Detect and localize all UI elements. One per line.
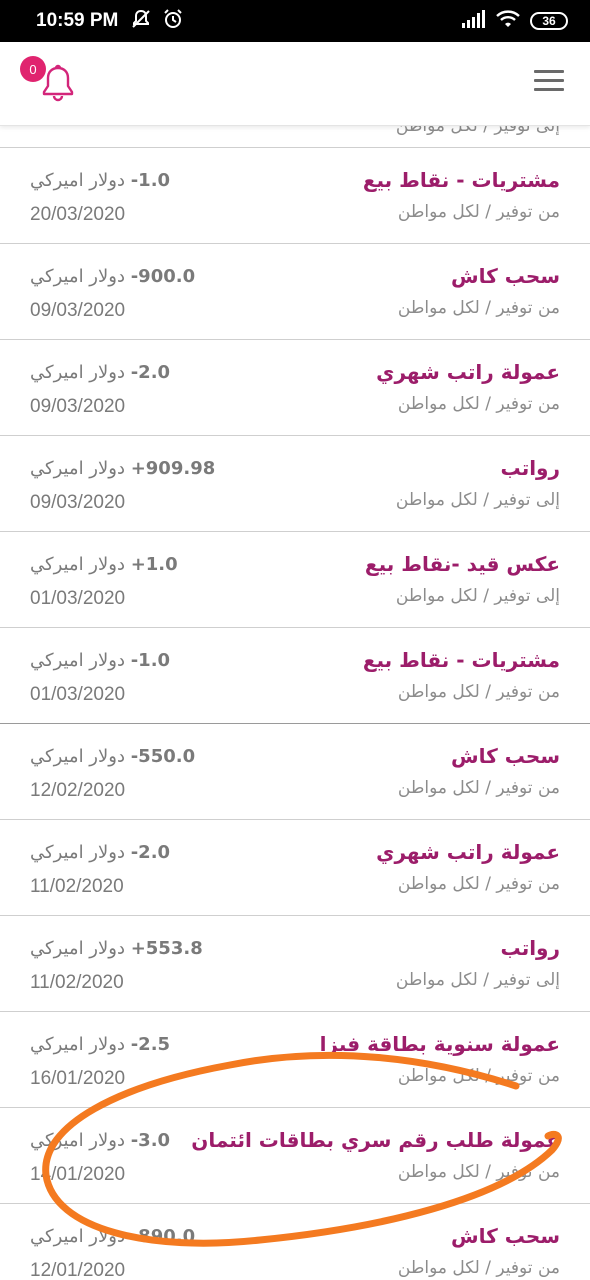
amount-value: -550.0 [130, 746, 196, 767]
transaction-account: من توفير / لكل مواطن [397, 778, 560, 798]
transaction-row[interactable]: سحب كاش من توفير / لكل مواطن -550.0 دولار … [0, 724, 590, 820]
transaction-account: إلى توفير / لكل مواطن [395, 970, 560, 990]
transaction-account: من توفير / لكل مواطن [397, 1258, 560, 1278]
amount-value: -2.0 [130, 362, 171, 383]
transaction-row[interactable]: مشتريات - نقاط بيع من توفير / لكل مواطن -1… [0, 148, 590, 244]
amount-currency: دولار اميركي [30, 266, 125, 287]
transaction-amount: -1.0 دولار اميركي [30, 650, 170, 671]
transaction-title: سحب كاش [451, 744, 560, 768]
amount-value: -2.5 [130, 1034, 171, 1055]
amount-value: +909.98 [130, 458, 216, 479]
amount-currency: دولار اميركي [30, 1226, 125, 1247]
transaction-title: مشتريات - نقاط بيع [362, 168, 560, 192]
transaction-account: من توفير / لكل مواطن [397, 298, 560, 318]
transaction-row[interactable]: عكس قيد -نقاط بيع إلى توفير / لكل مواطن +1… [0, 532, 590, 628]
transaction-row[interactable]: سحب كاش من توفير / لكل مواطن -890.0 دولار … [0, 1204, 590, 1280]
battery-icon: 36 [530, 12, 568, 30]
alarm-icon [162, 8, 184, 34]
amount-currency: دولار اميركي [30, 650, 125, 671]
amount-value: -890.0 [130, 1226, 196, 1247]
transaction-title: مشتريات - نقاط بيع [362, 648, 560, 672]
status-bar: 10:59 PM 36 [0, 0, 590, 42]
notifications-button[interactable]: 0 [20, 56, 80, 108]
transaction-account: من توفير / لكل مواطن [397, 1162, 560, 1182]
transaction-amount: -1.0 دولار اميركي [30, 170, 170, 191]
transaction-date: 16/01/2020 [30, 1068, 126, 1089]
transaction-amount: -2.0 دولار اميركي [30, 362, 170, 383]
transaction-date: 09/03/2020 [30, 300, 126, 321]
transaction-date: 12/01/2020 [30, 1260, 126, 1280]
amount-currency: دولار اميركي [30, 170, 125, 191]
amount-currency: دولار اميركي [30, 1130, 125, 1151]
partial-subtitle: إلى توفير / لكل مواطن [395, 126, 560, 136]
amount-currency: دولار اميركي [30, 1034, 125, 1055]
transaction-date: 09/03/2020 [30, 492, 126, 513]
transaction-amount: +553.8 دولار اميركي [30, 938, 203, 959]
transaction-account: إلى توفير / لكل مواطن [395, 586, 560, 606]
transaction-row[interactable]: عمولة راتب شهري من توفير / لكل مواطن -2.0 … [0, 820, 590, 916]
transaction-date: 20/03/2020 [30, 204, 126, 225]
amount-value: -2.0 [130, 842, 171, 863]
amount-currency: دولار اميركي [30, 554, 125, 575]
status-time: 10:59 PM [36, 10, 119, 31]
amount-value: -3.0 [130, 1130, 171, 1151]
transaction-date: 11/02/2020 [30, 972, 124, 993]
amount-value: -900.0 [130, 266, 196, 287]
transaction-account: من توفير / لكل مواطن [397, 682, 560, 702]
amount-currency: دولار اميركي [30, 842, 125, 863]
list-item-partial: إلى توفير / لكل مواطن [0, 126, 590, 148]
transactions-list: إلى توفير / لكل مواطن مشتريات - نقاط بيع… [0, 126, 590, 1280]
transaction-amount: -2.0 دولار اميركي [30, 842, 170, 863]
transaction-amount: -2.5 دولار اميركي [30, 1034, 170, 1055]
transaction-title: رواتب [500, 936, 560, 960]
amount-currency: دولار اميركي [30, 746, 125, 767]
transaction-account: من توفير / لكل مواطن [397, 874, 560, 894]
amount-value: -1.0 [130, 170, 171, 191]
amount-currency: دولار اميركي [30, 938, 125, 959]
transaction-date: 11/02/2020 [30, 876, 124, 897]
transaction-account: إلى توفير / لكل مواطن [395, 490, 560, 510]
transaction-amount: -890.0 دولار اميركي [30, 1226, 195, 1247]
amount-currency: دولار اميركي [30, 458, 125, 479]
transaction-row[interactable]: سحب كاش من توفير / لكل مواطن -900.0 دولار … [0, 244, 590, 340]
transaction-date: 01/03/2020 [30, 684, 126, 705]
transaction-amount: -900.0 دولار اميركي [30, 266, 195, 287]
transaction-amount: -550.0 دولار اميركي [30, 746, 195, 767]
transaction-title: رواتب [500, 456, 560, 480]
transaction-date: 09/03/2020 [30, 396, 126, 417]
transaction-title: سحب كاش [451, 264, 560, 288]
wifi-icon [496, 10, 520, 32]
amount-value: +1.0 [130, 554, 178, 575]
transaction-amount: -3.0 دولار اميركي [30, 1130, 170, 1151]
amount-value: +553.8 [130, 938, 203, 959]
hamburger-menu-icon[interactable] [534, 70, 564, 94]
signal-icon [462, 10, 486, 32]
amount-currency: دولار اميركي [30, 362, 125, 383]
transaction-amount: +909.98 دولار اميركي [30, 458, 215, 479]
transaction-date: 12/02/2020 [30, 780, 126, 801]
transaction-row[interactable]: عمولة سنوية بطاقة فيزا من توفير / لكل موا… [0, 1012, 590, 1108]
transaction-title: سحب كاش [451, 1224, 560, 1248]
transaction-date: 14/01/2020 [30, 1164, 126, 1185]
transaction-row[interactable]: رواتب إلى توفير / لكل مواطن +553.8 دولار ا… [0, 916, 590, 1012]
transaction-account: من توفير / لكل مواطن [397, 202, 560, 222]
transaction-date: 01/03/2020 [30, 588, 126, 609]
transaction-row[interactable]: عمولة راتب شهري من توفير / لكل مواطن -2.0 … [0, 340, 590, 436]
transaction-account: من توفير / لكل مواطن [397, 1066, 560, 1086]
transaction-title: عمولة طلب رقم سري بطاقات ائتمان [191, 1128, 560, 1152]
transaction-title: عمولة راتب شهري [376, 360, 560, 384]
transaction-row[interactable]: مشتريات - نقاط بيع من توفير / لكل مواطن -1… [0, 628, 590, 724]
transaction-row[interactable]: رواتب إلى توفير / لكل مواطن +909.98 دولار … [0, 436, 590, 532]
transaction-row[interactable]: عمولة طلب رقم سري بطاقات ائتمان من توفير … [0, 1108, 590, 1204]
amount-value: -1.0 [130, 650, 171, 671]
mute-icon [130, 8, 152, 34]
app-bar: 0 [0, 42, 590, 126]
transaction-account: من توفير / لكل مواطن [397, 394, 560, 414]
transaction-title: عكس قيد -نقاط بيع [364, 552, 560, 576]
transaction-title: عمولة راتب شهري [376, 840, 560, 864]
transaction-title: عمولة سنوية بطاقة فيزا [319, 1032, 560, 1056]
notification-badge: 0 [20, 56, 46, 82]
transaction-amount: +1.0 دولار اميركي [30, 554, 178, 575]
